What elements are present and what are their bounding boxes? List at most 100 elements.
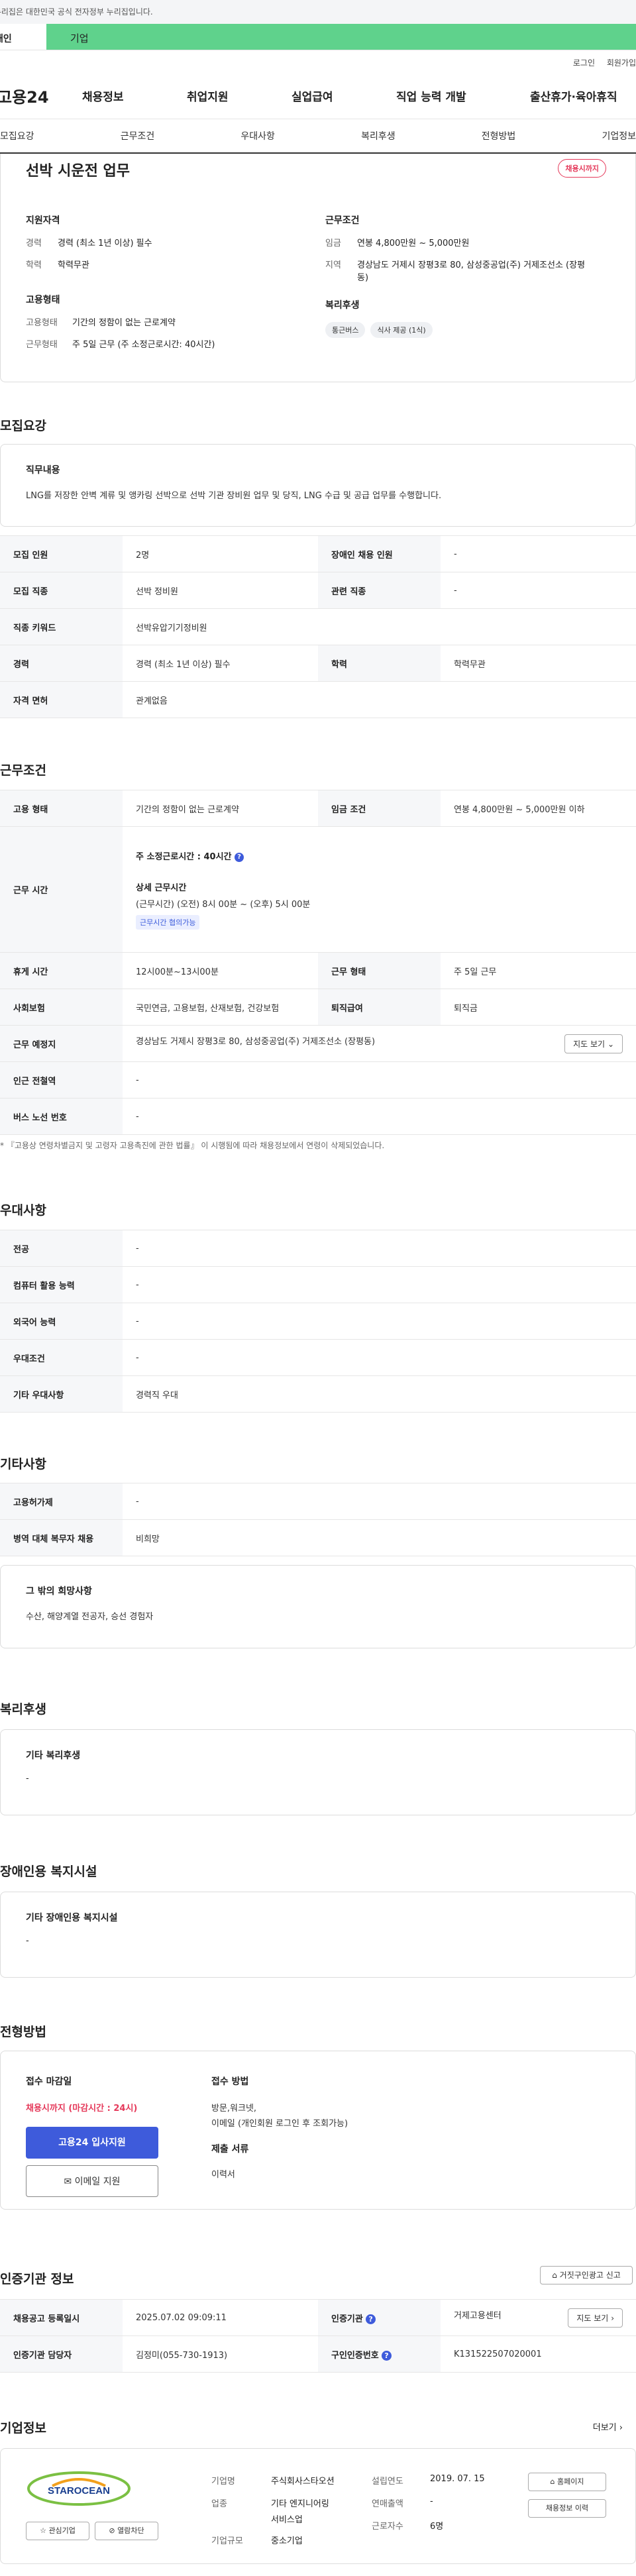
email-apply-button[interactable]: ✉ 이메일 지원 xyxy=(26,2165,158,2197)
row-value: K131522507020001 xyxy=(441,2335,636,2373)
gnb-menu-leave[interactable]: 출산휴가·육아휴직 xyxy=(530,87,617,104)
row-value: 선박유압기기정비원 xyxy=(123,608,636,645)
company-more-link[interactable]: 더보기 › xyxy=(593,2420,623,2433)
hours-main: 주 소정근로시간 : 40시간 xyxy=(136,852,232,862)
location-value: 경상남도 거제시 장평3로 80, 삼성중공업(주) 거제조선소 (장평동) xyxy=(357,260,586,283)
etc-box-title: 그 밖의 희망사항 xyxy=(26,1586,92,1597)
subnav-company[interactable]: 기업정보 xyxy=(602,129,636,142)
org-cell: 거제고용센터 지도 보기 › xyxy=(441,2299,636,2336)
gnb-menu-jobs[interactable]: 채용정보 xyxy=(82,87,187,104)
row-label: 사회보험 xyxy=(0,989,123,1026)
gnb-menu-employment-support[interactable]: 취업지원 xyxy=(187,87,292,104)
homepage-button[interactable]: ⌂ 홈페이지 xyxy=(528,2473,606,2491)
subnav-pref[interactable]: 우대사항 xyxy=(240,129,275,142)
row-label: 장애인 채용 인원 xyxy=(318,535,441,572)
hours-cell: 주 소정근로시간 : 40시간 ? 상세 근무시간 (근무시간) (오전) 8시… xyxy=(123,826,636,953)
util-links: 로그인 회원가입 xyxy=(0,50,636,73)
info-icon[interactable]: ? xyxy=(366,2314,376,2324)
tab-business[interactable]: 기업 xyxy=(46,24,636,50)
map-button[interactable]: 지도 보기 ⌄ xyxy=(564,1034,623,1053)
row-label: 퇴직급여 xyxy=(318,989,441,1026)
row-label: 외국어 능력 xyxy=(0,1303,123,1340)
user-type-tabs: 개인 기업 xyxy=(0,24,636,50)
subnav-selection[interactable]: 전형방법 xyxy=(482,129,516,142)
home-icon: ⌂ xyxy=(550,2477,555,2486)
subnav-work[interactable]: 근무조건 xyxy=(121,129,155,142)
etc-table: 고용허가제 - 병역 대체 복무자 채용 비희망 xyxy=(0,1483,636,1556)
table-row: 경력 경력 (최소 1년 이상) 필수 학력 학력무관 xyxy=(0,645,636,682)
block-view-button[interactable]: ⊘ 열람차단 xyxy=(95,2522,158,2540)
row-label: 인증기관 담당자 xyxy=(0,2335,123,2373)
row-label: 관련 직종 xyxy=(318,572,441,609)
row-value: - xyxy=(123,1266,636,1303)
deadline-badge: 채용시까지 xyxy=(558,159,606,178)
company-logo-image: STAROCEAN xyxy=(27,2471,131,2506)
row-value: 기간의 정함이 없는 근로계약 xyxy=(123,790,318,827)
cert-map-button[interactable]: 지도 보기 › xyxy=(568,2308,623,2328)
row-label: 모집 인원 xyxy=(0,535,123,572)
welfare-box-text: - xyxy=(26,1774,29,1784)
company-size-label: 기업규모 xyxy=(211,2536,243,2546)
disabled-heading: 장애인용 복지시설 xyxy=(0,1864,97,1879)
table-row: 채용공고 등록일시 2025.07.02 09:09:11 인증기관 ? 거제고용센터… xyxy=(0,2299,636,2336)
location-label: 지역 xyxy=(325,260,341,270)
company-size-value: 중소기업 xyxy=(271,2536,303,2546)
mail-icon: ✉ xyxy=(64,2176,72,2187)
row-value: 퇴직금 xyxy=(441,989,636,1026)
welfare-chip: 식사 제공 (1식) xyxy=(370,322,433,338)
gnb-menu-training[interactable]: 직업 능력 개발 xyxy=(396,87,530,104)
row-label: 임금 조건 xyxy=(318,790,441,827)
gnb-menu-unemployment[interactable]: 실업급여 xyxy=(292,87,396,104)
row-value: 김정미(055-730-1913) xyxy=(123,2335,318,2373)
table-row: 모집 인원 2명 장애인 채용 인원 - xyxy=(0,535,636,572)
docs-title: 제출 서류 xyxy=(211,2144,249,2155)
edu-label: 학력 xyxy=(26,260,42,270)
career-value: 경력 (최소 1년 이상) 필수 xyxy=(58,239,152,248)
chevron-right-icon: › xyxy=(611,2313,614,2323)
welfare-chip: 통근버스 xyxy=(325,322,366,338)
row-label: 인근 전철역 xyxy=(0,1061,123,1099)
apply-button[interactable]: 고용24 입사지원 xyxy=(26,2127,158,2159)
row-value: 연봉 4,800만원 ~ 5,000만원 이하 xyxy=(441,790,636,827)
row-value: - xyxy=(123,1483,636,1520)
edu-value: 학력무관 xyxy=(58,260,89,270)
welfare-heading: 복리후생 xyxy=(325,300,360,311)
gov-banner-text: 이 누리집은 대한민국 공식 전자정부 누리집입니다. xyxy=(0,7,153,17)
row-value: 관계없음 xyxy=(123,681,636,718)
duty-box: 직무내용 LNG를 저장한 안벽 계류 및 앵카링 선박으로 선박 기관 장비원… xyxy=(0,444,636,527)
site-logo[interactable]: 고용24 xyxy=(0,84,82,107)
row-value: 학력무관 xyxy=(441,645,636,682)
info-icon[interactable]: ? xyxy=(235,852,244,862)
company-name-label: 기업명 xyxy=(211,2477,235,2487)
row-value: 주 5일 근무 xyxy=(441,952,636,989)
table-row: 병역 대체 복무자 채용 비희망 xyxy=(0,1519,636,1556)
condition-block: 근무조건 임금 연봉 4,800만원 ~ 5,000만원 지역 경상남도 거제시 장… xyxy=(325,213,590,294)
row-label: 모집 직종 xyxy=(0,572,123,609)
subnav-recruit[interactable]: 모집요강 xyxy=(0,129,34,142)
row-value: 12시00분~13시00분 xyxy=(123,952,318,989)
tab-personal[interactable]: 개인 xyxy=(0,24,46,50)
deadline-text: 채용시까지 (마감시간 : 24시) xyxy=(26,2104,138,2114)
report-ad-button[interactable]: ⌂ 거짓구인광고 신고 xyxy=(540,2266,633,2284)
deadline-title: 접수 마감일 xyxy=(26,2076,72,2087)
row-label: 구인인증번호 ? xyxy=(318,2335,441,2373)
login-link[interactable]: 로그인 xyxy=(573,58,595,68)
duty-title: 직무내용 xyxy=(26,465,60,476)
row-label: 학력 xyxy=(318,645,441,682)
favorite-company-button[interactable]: ☆ 관심기업 xyxy=(26,2522,89,2540)
disabled-box: 기타 장애인용 복지시설 - xyxy=(0,1892,636,1978)
signup-link[interactable]: 회원가입 xyxy=(607,58,636,68)
info-icon[interactable]: ? xyxy=(382,2350,392,2361)
hiring-history-button[interactable]: 채용정보 이력 xyxy=(528,2499,606,2518)
section-nav: 모집요강 근무조건 우대사항 복리후생 전형방법 기업정보 xyxy=(0,119,636,154)
row-value: - xyxy=(123,1061,636,1099)
row-label: 휴게 시간 xyxy=(0,952,123,989)
row-value: - xyxy=(123,1098,636,1135)
worktype-label: 근무형태 xyxy=(26,340,58,350)
industry-value-2: 서비스업 xyxy=(271,2515,303,2525)
table-row: 인근 전철역 - xyxy=(0,1061,636,1099)
row-label: 근무 예정지 xyxy=(0,1025,123,1062)
subnav-welfare[interactable]: 복리후생 xyxy=(361,129,396,142)
row-value: 2명 xyxy=(123,535,318,572)
selection-heading: 전형방법 xyxy=(0,2025,46,2039)
